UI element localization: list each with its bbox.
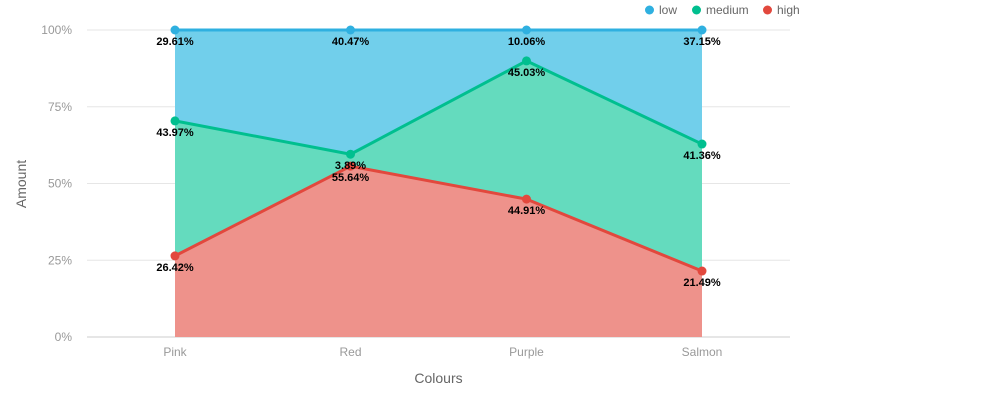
data-point-medium[interactable] bbox=[697, 139, 707, 149]
data-point-low[interactable] bbox=[346, 25, 355, 35]
legend-label: high bbox=[777, 3, 800, 17]
data-point-high[interactable] bbox=[697, 266, 707, 276]
legend-item-high[interactable]: high bbox=[763, 3, 800, 17]
data-label-medium: 43.97% bbox=[156, 127, 194, 139]
stacked-area-chart: 29.61% 40.47% 10.06% 37.15% 43.97% 3.89% 45.03… bbox=[13, 3, 800, 386]
data-label-high: 26.42% bbox=[156, 262, 194, 274]
y-tick-label: 50% bbox=[48, 177, 72, 191]
legend-item-medium[interactable]: medium bbox=[692, 3, 749, 17]
legend-label: low bbox=[659, 3, 677, 17]
legend-item-low[interactable]: low bbox=[645, 3, 677, 17]
data-point-high[interactable] bbox=[170, 251, 180, 261]
data-point-medium[interactable] bbox=[522, 56, 531, 66]
data-label-low: 40.47% bbox=[332, 36, 370, 48]
y-axis: 0% 25% 50% 75% 100% bbox=[41, 23, 72, 344]
data-label-medium: 3.89% bbox=[335, 160, 366, 172]
data-label-low: 37.15% bbox=[683, 36, 721, 48]
legend-marker bbox=[763, 5, 772, 15]
data-label-low: 10.06% bbox=[508, 36, 546, 48]
x-tick-label: Red bbox=[339, 345, 361, 359]
data-label-medium: 41.36% bbox=[683, 150, 721, 162]
data-point-low[interactable] bbox=[522, 25, 531, 35]
y-tick-label: 100% bbox=[41, 23, 72, 37]
x-axis: Pink Red Purple Salmon bbox=[163, 345, 722, 359]
y-tick-label: 0% bbox=[55, 330, 73, 344]
x-tick-label: Purple bbox=[509, 345, 544, 359]
x-axis-title: Colours bbox=[414, 370, 462, 386]
legend-label: medium bbox=[706, 3, 749, 17]
x-tick-label: Salmon bbox=[682, 345, 723, 359]
data-label-high: 21.49% bbox=[683, 277, 721, 289]
data-point-low[interactable] bbox=[697, 25, 707, 35]
x-tick-label: Pink bbox=[163, 345, 187, 359]
data-label-medium: 45.03% bbox=[508, 67, 546, 79]
y-tick-label: 75% bbox=[48, 100, 72, 114]
legend-marker bbox=[645, 5, 654, 15]
y-axis-title: Amount bbox=[13, 160, 29, 208]
data-label-high: 55.64% bbox=[332, 172, 370, 184]
data-point-medium[interactable] bbox=[170, 116, 180, 126]
legend: low medium high bbox=[645, 3, 800, 17]
y-tick-label: 25% bbox=[48, 253, 72, 267]
data-point-high[interactable] bbox=[522, 194, 531, 204]
data-label-low: 29.61% bbox=[156, 36, 194, 48]
data-label-high: 44.91% bbox=[508, 205, 546, 217]
data-point-low[interactable] bbox=[170, 25, 180, 35]
legend-marker bbox=[692, 5, 701, 15]
chart: 29.61% 40.47% 10.06% 37.15% 43.97% 3.89% 45.03… bbox=[0, 0, 1008, 400]
data-point-medium[interactable] bbox=[346, 149, 355, 159]
